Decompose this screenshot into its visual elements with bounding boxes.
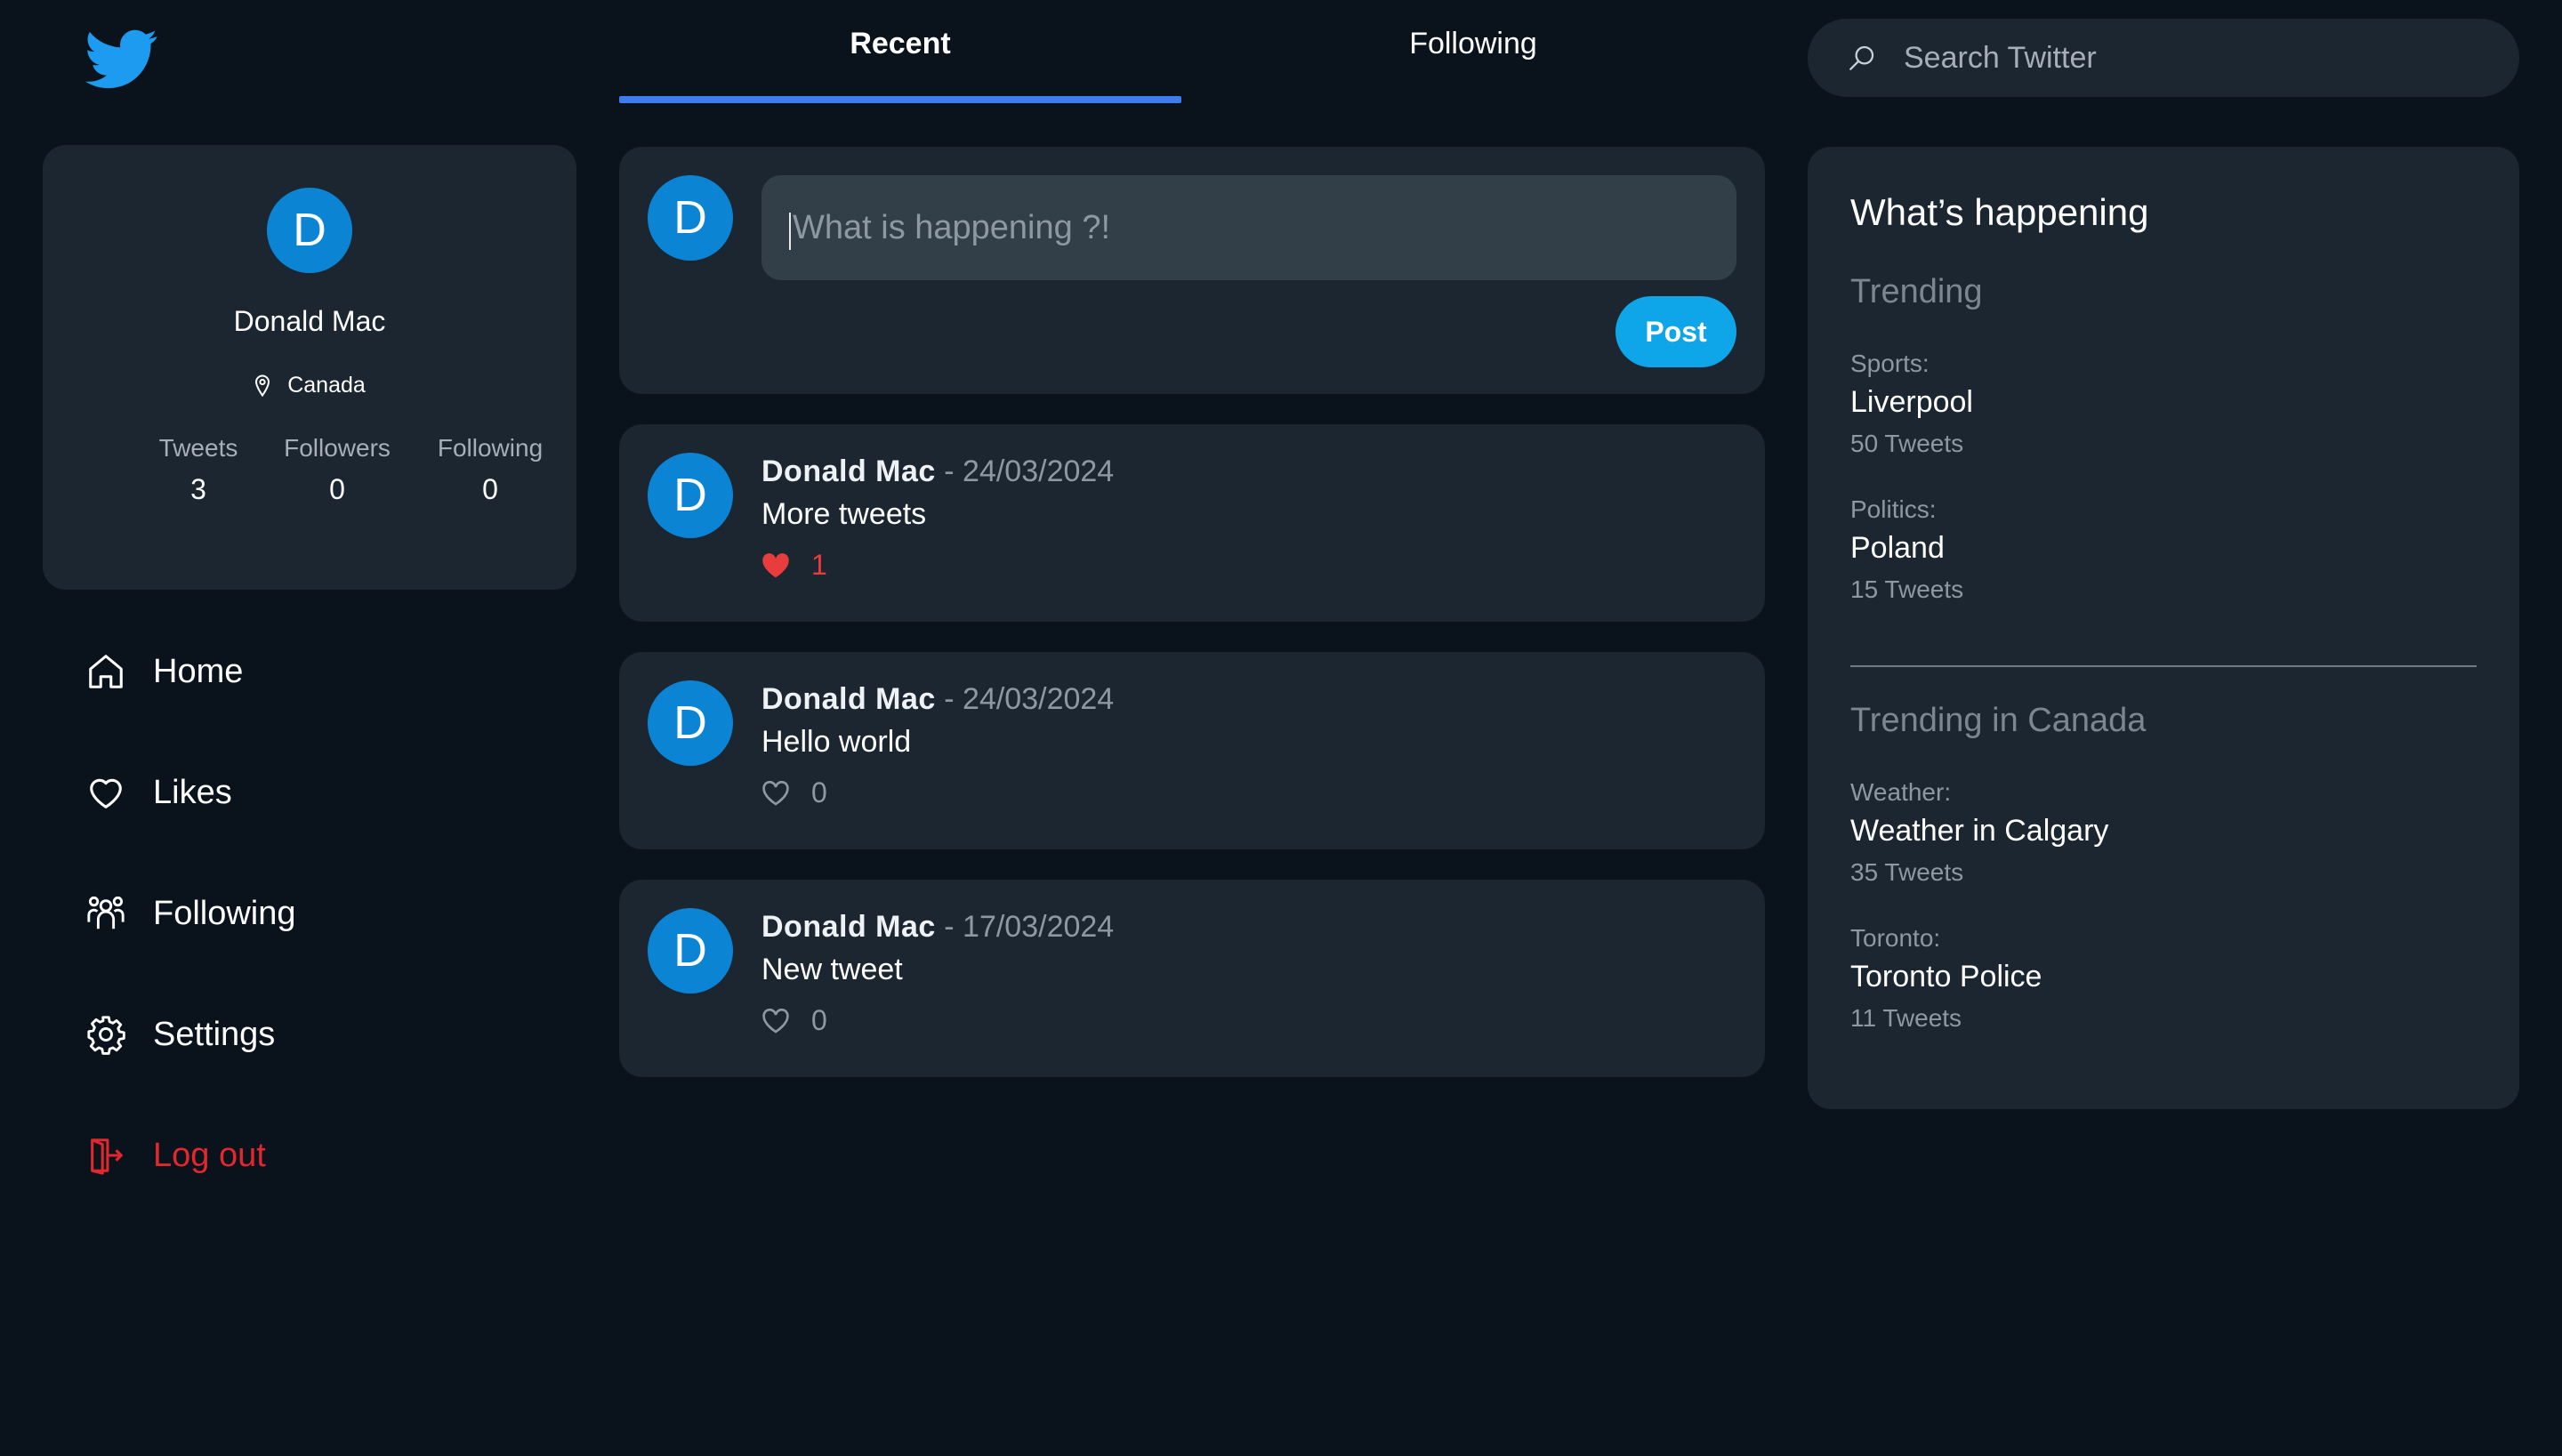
tweet-header: Donald Mac - 17/03/2024 bbox=[761, 910, 1114, 945]
tweet-header: Donald Mac - 24/03/2024 bbox=[761, 454, 1114, 489]
heart-outline-icon bbox=[762, 780, 789, 806]
tweet-date: 24/03/2024 bbox=[963, 682, 1115, 716]
nav-label: Home bbox=[153, 652, 244, 690]
trend-count: 11 Tweets bbox=[1850, 1004, 1962, 1032]
tab-recent[interactable]: Recent bbox=[619, 27, 1181, 103]
nav-item-following[interactable]: Following bbox=[85, 878, 296, 949]
divider bbox=[1850, 665, 2477, 667]
home-icon bbox=[89, 655, 123, 688]
stat-label: Tweets bbox=[158, 434, 238, 462]
tweet-author[interactable]: Donald Mac bbox=[761, 910, 936, 944]
location-pin-icon bbox=[255, 374, 270, 397]
stat-following[interactable]: Following 0 bbox=[419, 434, 561, 506]
post-button[interactable]: Post bbox=[1615, 296, 1736, 367]
stat-tweets[interactable]: Tweets 3 bbox=[127, 434, 270, 506]
tweet-separator: - bbox=[944, 454, 963, 488]
trend-count: 15 Tweets bbox=[1850, 575, 1964, 603]
nav-item-logout[interactable]: Log out bbox=[85, 1120, 266, 1191]
tweet-header: Donald Mac - 24/03/2024 bbox=[761, 682, 1114, 717]
gear-icon bbox=[87, 1016, 125, 1055]
nav-label: Likes bbox=[153, 773, 232, 811]
trend-category: Toronto: bbox=[1850, 924, 1941, 952]
location-label: Canada bbox=[287, 373, 366, 398]
trends-panel: What’s happening Trending Sports: Liverp… bbox=[1808, 147, 2519, 1109]
trend-topic[interactable]: Toronto Police bbox=[1850, 960, 2042, 994]
tweet-composer: D Post bbox=[619, 147, 1765, 394]
like-count: 1 bbox=[811, 549, 827, 581]
search-icon bbox=[1849, 45, 1874, 70]
tweet-date: 17/03/2024 bbox=[963, 910, 1115, 944]
avatar[interactable]: D bbox=[648, 175, 733, 261]
trend-section-heading: Trending in Canada bbox=[1850, 702, 2147, 739]
logout-icon bbox=[91, 1138, 123, 1175]
twitter-bird-icon[interactable] bbox=[85, 28, 158, 91]
nav-label: Log out bbox=[153, 1136, 266, 1174]
trend-category: Sports: bbox=[1850, 350, 1930, 377]
trend-topic[interactable]: Poland bbox=[1850, 531, 1945, 566]
trend-count: 35 Tweets bbox=[1850, 858, 1964, 886]
tweet-author[interactable]: Donald Mac bbox=[761, 682, 936, 716]
nav-label: Settings bbox=[153, 1015, 276, 1053]
text-caret bbox=[789, 213, 791, 250]
trend-section-heading: Trending bbox=[1850, 273, 1983, 310]
avatar[interactable]: D bbox=[648, 680, 733, 766]
stat-label: Following bbox=[437, 434, 544, 462]
tweet-date: 24/03/2024 bbox=[963, 454, 1115, 488]
heart-icon bbox=[90, 778, 122, 808]
stat-value: 0 bbox=[482, 473, 498, 505]
heart-filled-icon bbox=[762, 552, 789, 577]
avatar[interactable]: D bbox=[648, 908, 733, 993]
trend-count: 50 Tweets bbox=[1850, 430, 1964, 457]
nav-label: Following bbox=[153, 894, 296, 932]
active-tab-indicator bbox=[619, 96, 1181, 103]
stat-value: 0 bbox=[329, 473, 345, 505]
like-count: 0 bbox=[811, 1004, 827, 1036]
tab-following[interactable]: Following bbox=[1192, 27, 1754, 103]
nav-item-likes[interactable]: Likes bbox=[85, 757, 232, 828]
profile-location: Canada bbox=[43, 373, 576, 398]
tweet-separator: - bbox=[944, 682, 963, 716]
tweet-card[interactable]: D Donald Mac - 24/03/2024 More tweets 1 bbox=[619, 424, 1765, 622]
tweet-text: New tweet bbox=[761, 953, 903, 986]
tweet-separator: - bbox=[944, 910, 963, 944]
tweet-text: Hello world bbox=[761, 725, 912, 759]
search-box[interactable] bbox=[1808, 19, 2519, 97]
tweet-author[interactable]: Donald Mac bbox=[761, 454, 936, 488]
profile-card: D Donald Mac Canada Tweets 3 Followers 0… bbox=[43, 145, 576, 590]
tweet-card[interactable]: D Donald Mac - 17/03/2024 New tweet 0 bbox=[619, 880, 1765, 1077]
trend-topic[interactable]: Liverpool bbox=[1850, 385, 1973, 420]
compose-input[interactable] bbox=[761, 175, 1736, 280]
profile-name: Donald Mac bbox=[233, 305, 386, 337]
nav-item-settings[interactable]: Settings bbox=[85, 999, 275, 1070]
trend-category: Politics: bbox=[1850, 495, 1937, 523]
trends-title: What’s happening bbox=[1850, 191, 2149, 233]
avatar[interactable]: D bbox=[648, 453, 733, 538]
tweet-text: More tweets bbox=[761, 497, 927, 531]
like-button[interactable]: 0 bbox=[761, 1004, 827, 1037]
heart-outline-icon bbox=[762, 1008, 789, 1034]
people-icon bbox=[87, 896, 125, 929]
nav-item-home[interactable]: Home bbox=[85, 636, 243, 707]
avatar[interactable]: D bbox=[267, 188, 352, 273]
search-input[interactable] bbox=[1904, 40, 2455, 76]
like-count: 0 bbox=[811, 776, 827, 808]
stat-label: Followers bbox=[284, 434, 391, 462]
like-button[interactable]: 1 bbox=[761, 549, 827, 582]
trend-topic[interactable]: Weather in Calgary bbox=[1850, 814, 2108, 849]
like-button[interactable]: 0 bbox=[761, 776, 827, 809]
tweet-card[interactable]: D Donald Mac - 24/03/2024 Hello world 0 bbox=[619, 652, 1765, 849]
stat-value: 3 bbox=[190, 473, 206, 505]
stat-followers[interactable]: Followers 0 bbox=[266, 434, 408, 506]
trend-category: Weather: bbox=[1850, 778, 1952, 806]
